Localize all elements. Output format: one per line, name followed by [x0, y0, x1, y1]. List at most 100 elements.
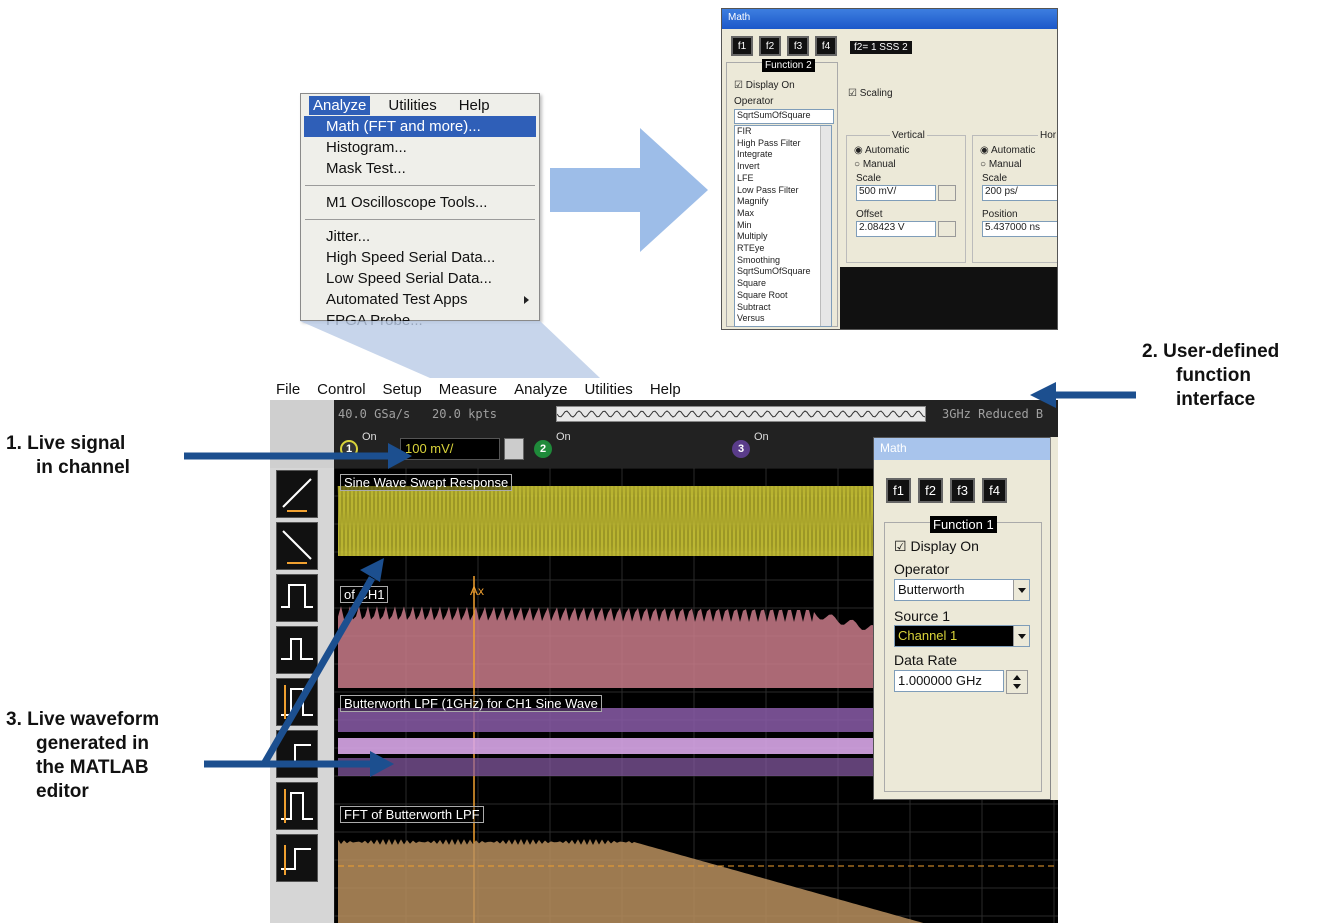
menu-measure[interactable]: Measure — [439, 381, 497, 398]
source-1-value: Channel 1 — [898, 628, 958, 643]
vertical-manual-radio[interactable]: ○ Manual — [854, 159, 896, 170]
scaling-checkbox[interactable]: ☑ Scaling — [848, 88, 893, 99]
horizontal-manual-radio[interactable]: ○ Manual — [980, 159, 1022, 170]
operator-list-scrollbar[interactable] — [820, 126, 831, 326]
operator-option[interactable]: Smoothing — [737, 255, 831, 267]
waveform-label-3: Butterworth LPF (1GHz) for CH1 Sine Wave — [340, 695, 602, 712]
rising-edge-trigger-icon[interactable] — [276, 470, 318, 518]
channel-3-on[interactable]: On — [754, 431, 769, 443]
horizontal-label: Hor — [1038, 130, 1057, 141]
function-buttons: f1 f2 f3 f4 — [731, 36, 837, 56]
vertical-label: Vertical — [890, 130, 927, 141]
f1-button[interactable]: f1 — [731, 36, 753, 56]
marker-ax[interactable]: Ax — [470, 584, 484, 598]
source-1-select[interactable]: Channel 1 — [894, 625, 1030, 647]
operator-option[interactable]: Versus — [737, 313, 831, 325]
menu-analyze[interactable]: Analyze — [514, 381, 567, 398]
runt-trigger-icon[interactable] — [276, 678, 318, 726]
operator-option[interactable]: Min — [737, 220, 831, 232]
callout-3-line-4: editor — [36, 781, 89, 802]
data-rate-spinner[interactable] — [1006, 670, 1028, 694]
channel-1-scale[interactable]: 100 mV/ — [400, 438, 500, 460]
operator-list[interactable]: FIR High Pass Filter Integrate Invert LFE Low… — [734, 125, 832, 327]
f2-button[interactable]: f2 — [759, 36, 781, 56]
operator-option[interactable]: High Pass Filter — [737, 138, 831, 150]
function-1-label: Function 1 — [930, 516, 997, 533]
menu-control[interactable]: Control — [317, 381, 365, 398]
operator-option[interactable]: SqrtSumOfSquare — [737, 266, 831, 278]
chevron-down-icon[interactable] — [1013, 626, 1029, 646]
operator-option[interactable]: Multiply — [737, 231, 831, 243]
menu-utilities[interactable]: Utilities — [584, 381, 632, 398]
scope-menubar: File Control Setup Measure Analyze Utili… — [270, 378, 1060, 400]
waveform-overview[interactable] — [556, 406, 926, 422]
display-on-checkbox[interactable]: ☑ Display On — [894, 538, 979, 555]
horizontal-automatic-radio[interactable]: ◉ Automatic — [980, 145, 1035, 156]
operator-option[interactable]: FIR — [737, 126, 831, 138]
chevron-down-icon[interactable] — [1013, 580, 1029, 600]
sample-rate: 40.0 GSa/s — [338, 407, 411, 421]
acquisition-status-bar: 40.0 GSa/s 20.0 kpts 3GHz Reduced B — [334, 400, 1058, 428]
falling-edge-trigger-icon[interactable] — [276, 522, 318, 570]
f3-button[interactable]: f3 — [950, 478, 975, 503]
operator-option[interactable]: Low Pass Filter — [737, 185, 831, 197]
math-dialog-function-2: Math f1 f2 f3 f4 f2= 1 SSS 2 Function 2 … — [721, 8, 1058, 330]
vertical-offset-spinner[interactable] — [938, 221, 956, 237]
operator-select[interactable]: Butterworth — [894, 579, 1030, 601]
f4-button[interactable]: f4 — [982, 478, 1007, 503]
pulse-width-trigger-icon[interactable] — [276, 574, 318, 622]
glitch-trigger-icon[interactable] — [276, 626, 318, 674]
math-dialog-right-panel — [1050, 437, 1058, 800]
menu-file[interactable]: File — [276, 381, 300, 398]
vertical-automatic-radio[interactable]: ◉ Automatic — [854, 145, 909, 156]
memory-depth: 20.0 kpts — [432, 407, 498, 421]
vertical-scale-input[interactable]: 500 mV/ — [856, 185, 936, 201]
callout-3-line-3: the MATLAB — [36, 757, 149, 778]
operator-option[interactable]: Max — [737, 208, 831, 220]
operator-option[interactable]: RTEye — [737, 243, 831, 255]
callout-1-line-1: 1. Live signal — [6, 433, 126, 454]
operator-option[interactable]: Magnify — [737, 196, 831, 208]
horizontal-position-input[interactable]: 5.437000 ns — [982, 221, 1057, 237]
vertical-offset-input[interactable]: 2.08423 V — [856, 221, 936, 237]
vertical-scale-label: Scale — [856, 173, 882, 184]
operator-select[interactable]: SqrtSumOfSquare — [734, 109, 834, 124]
callout-user-defined-function: 2. User-defined function interface — [1142, 340, 1279, 412]
operator-option[interactable]: LFE — [737, 173, 831, 185]
callout-2-line-3: interface — [1176, 389, 1256, 410]
channel-2-on[interactable]: On — [556, 431, 571, 443]
source-1-label: Source 1 — [894, 608, 951, 624]
timeout-trigger-icon[interactable] — [276, 834, 318, 882]
f2-button[interactable]: f2 — [918, 478, 943, 503]
menu-setup[interactable]: Setup — [383, 381, 422, 398]
operator-option[interactable]: Square Root — [737, 290, 831, 302]
f1-button[interactable]: f1 — [886, 478, 911, 503]
operator-option[interactable]: Subtract — [737, 302, 831, 314]
horizontal-scale-input[interactable]: 200 ps/ — [982, 185, 1057, 201]
display-on-checkbox[interactable]: ☑ Display On — [734, 80, 795, 91]
channel-1-scale-spinner[interactable] — [504, 438, 524, 460]
horizontal-scale-label: Scale — [982, 173, 1008, 184]
data-rate-input[interactable]: 1.000000 GHz — [894, 670, 1004, 692]
operator-option[interactable]: Integrate — [737, 149, 831, 161]
callout-3-line-1: 3. Live waveform — [6, 709, 160, 730]
callout-3-line-2: generated in — [36, 733, 149, 754]
channel-2-indicator[interactable]: 2 — [534, 440, 552, 458]
channel-1-indicator[interactable]: 1 — [340, 440, 358, 458]
data-rate-label: Data Rate — [894, 652, 958, 668]
setup-hold-trigger-icon[interactable] — [276, 730, 318, 778]
menu-help[interactable]: Help — [650, 381, 681, 398]
transition-trigger-icon[interactable] — [276, 782, 318, 830]
trigger-toolbar — [270, 468, 334, 923]
callout-1-line-2: in channel — [36, 457, 130, 478]
f3-button[interactable]: f3 — [787, 36, 809, 56]
operator-label: Operator — [894, 561, 950, 577]
channel-1-on[interactable]: On — [362, 431, 377, 443]
callout-live-waveform: 3. Live waveform generated in the MATLAB… — [6, 708, 159, 804]
channel-3-indicator[interactable]: 3 — [732, 440, 750, 458]
f4-button[interactable]: f4 — [815, 36, 837, 56]
vertical-scale-spinner[interactable] — [938, 185, 956, 201]
horizontal-position-label: Position — [982, 209, 1018, 220]
operator-option[interactable]: Invert — [737, 161, 831, 173]
operator-option[interactable]: Square — [737, 278, 831, 290]
